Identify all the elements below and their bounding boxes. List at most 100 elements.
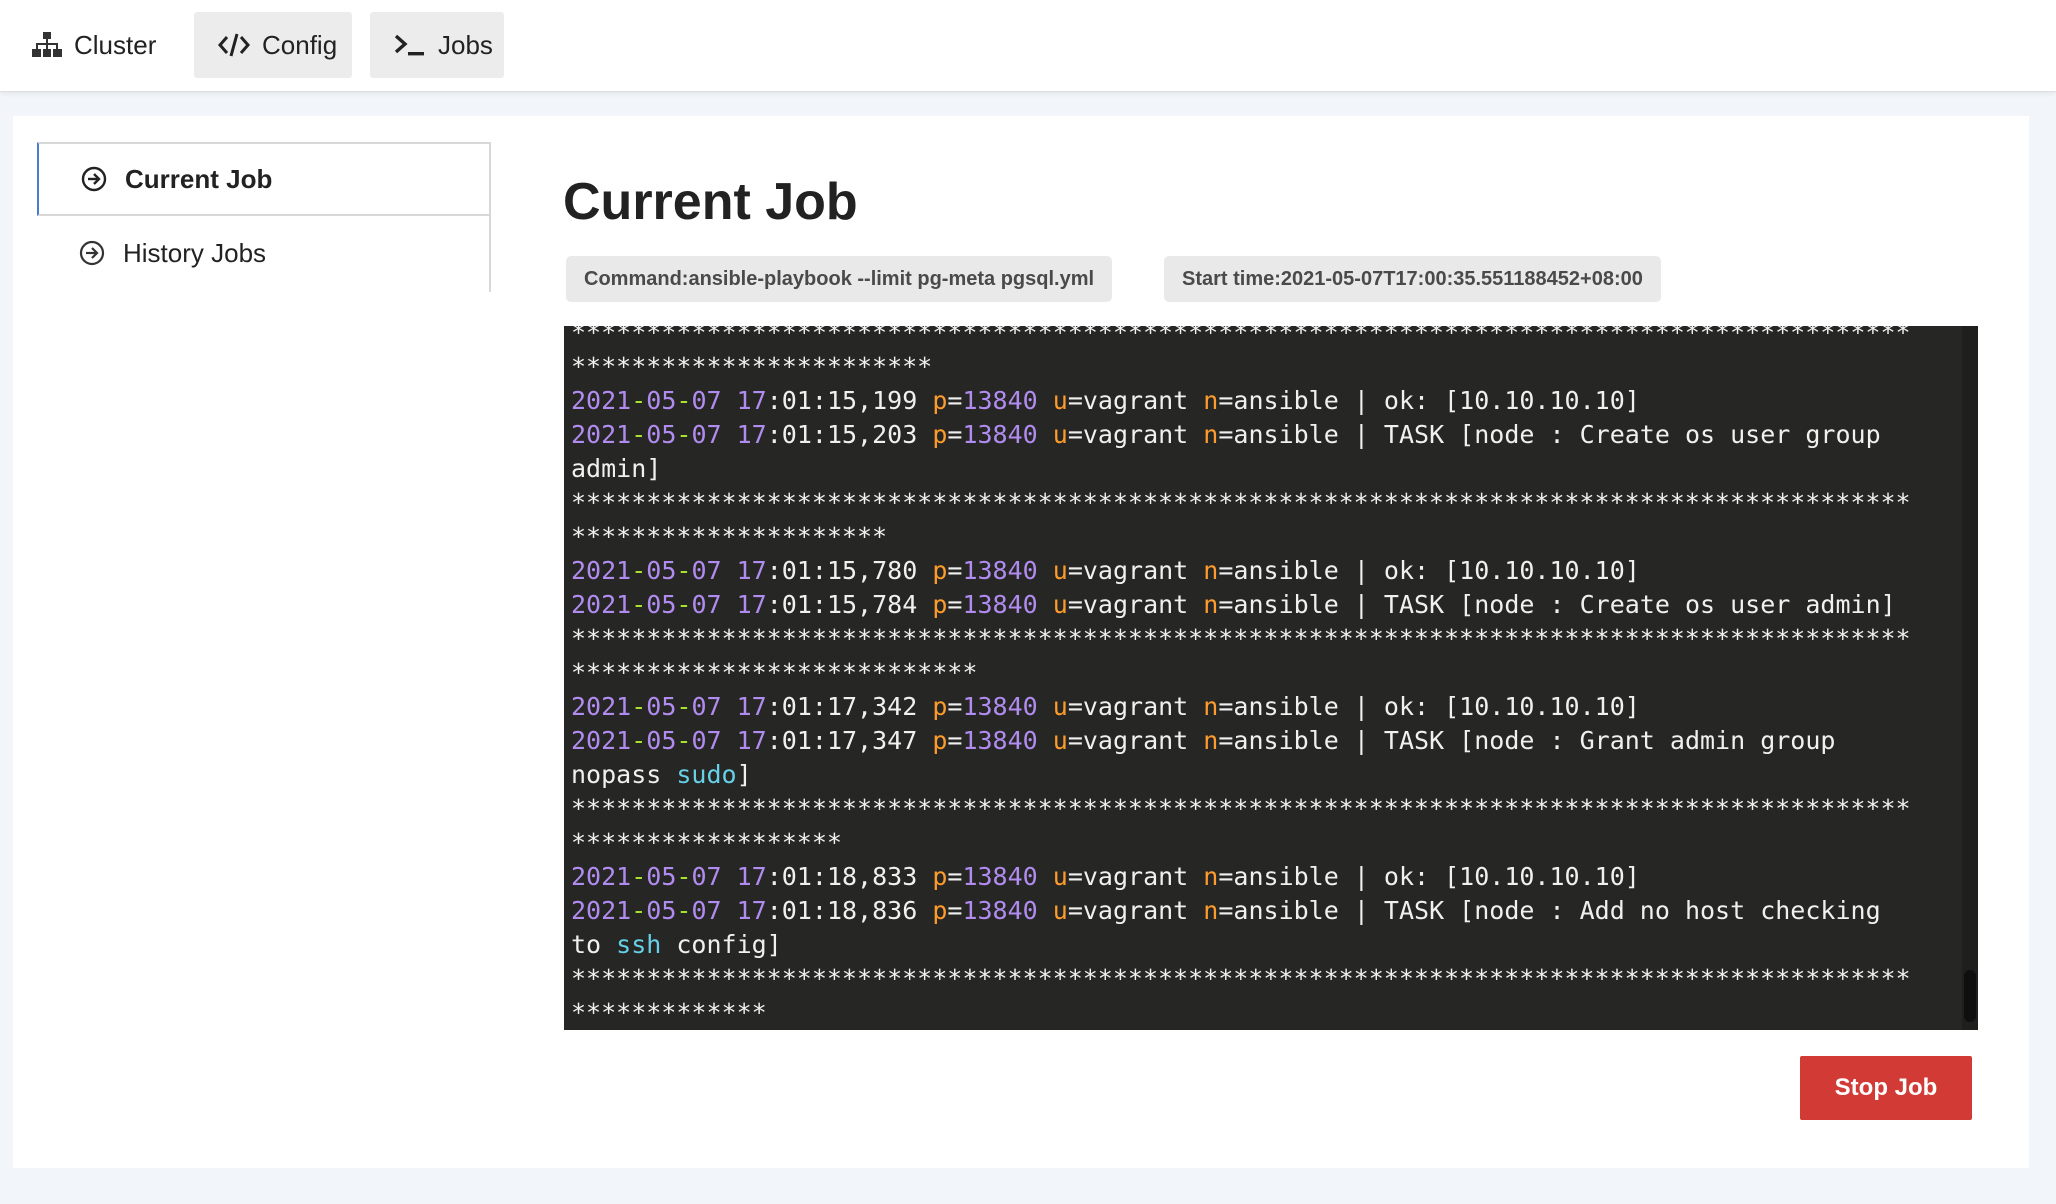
- log-space: [722, 726, 737, 755]
- nav-item-cluster[interactable]: Cluster: [8, 12, 180, 78]
- nav-item-label: Cluster: [74, 29, 157, 60]
- log-separator: ****************************************…: [571, 488, 1911, 517]
- log-date: -: [676, 862, 692, 891]
- log-date: -: [676, 896, 692, 925]
- log-time: 17: [736, 692, 767, 721]
- nav-item-label: Config: [262, 29, 338, 60]
- log-date: -: [676, 726, 692, 755]
- log-equals: =: [947, 556, 963, 585]
- page-title: Current Job: [563, 173, 858, 231]
- nav-item-jobs[interactable]: Jobs: [370, 12, 504, 78]
- log-space: [722, 386, 737, 415]
- log-equals: =: [947, 590, 963, 619]
- log-time: 17: [736, 420, 767, 449]
- log-line: 2021-05-07 17:01:17,347 p=13840 u=vagran…: [571, 724, 1959, 758]
- log-key: n: [1203, 590, 1219, 619]
- log-space: [1038, 692, 1053, 721]
- nav-item-config[interactable]: Config: [194, 12, 352, 78]
- log-pid: 13840: [962, 420, 1038, 449]
- stop-job-button[interactable]: Stop Job: [1800, 1056, 1972, 1120]
- log-date: 07: [691, 556, 722, 585]
- log-line: ****************************************…: [571, 792, 1959, 826]
- log-time: :01:15,203: [766, 420, 933, 449]
- log-space: [722, 590, 737, 619]
- log-user: =vagrant: [1067, 420, 1204, 449]
- terminal-icon: [394, 33, 426, 57]
- log-key: n: [1203, 726, 1219, 755]
- log-time: :01:15,199: [766, 386, 933, 415]
- sidebar: Current Job History Jobs: [37, 142, 491, 292]
- terminal-scrollbar[interactable]: [1962, 326, 1978, 1030]
- log-date: -: [631, 420, 647, 449]
- log-equals: =: [947, 862, 963, 891]
- log-key: u: [1052, 420, 1068, 449]
- log-date: -: [631, 896, 647, 925]
- log-date: 2021: [571, 556, 632, 585]
- log-date: 07: [691, 420, 722, 449]
- log-date: -: [676, 420, 692, 449]
- log-date: 05: [646, 590, 677, 619]
- log-user: =vagrant: [1067, 896, 1204, 925]
- log-pid: 13840: [962, 556, 1038, 585]
- log-date: -: [676, 556, 692, 585]
- log-equals: =: [947, 896, 963, 925]
- log-date: 2021: [571, 386, 632, 415]
- sidebar-item-current-job[interactable]: Current Job: [37, 142, 489, 216]
- log-date: -: [676, 590, 692, 619]
- log-message: =ansible | ok: [10.10.10.10]: [1218, 862, 1640, 891]
- log-date: 2021: [571, 692, 632, 721]
- log-message: =ansible | ok: [10.10.10.10]: [1218, 692, 1640, 721]
- log-user: =vagrant: [1067, 590, 1204, 619]
- log-time: 17: [736, 896, 767, 925]
- log-line: admin]: [571, 452, 1959, 486]
- log-key: n: [1203, 862, 1219, 891]
- log-date: -: [631, 386, 647, 415]
- log-date: 05: [646, 420, 677, 449]
- log-line: 2021-05-07 17:01:18,836 p=13840 u=vagran…: [571, 894, 1959, 928]
- log-time: :01:17,347: [766, 726, 933, 755]
- log-key: n: [1203, 420, 1219, 449]
- log-date: 07: [691, 692, 722, 721]
- log-date: -: [631, 692, 647, 721]
- sidebar-item-history-jobs[interactable]: History Jobs: [37, 216, 489, 290]
- command-tag: Command:ansible-playbook --limit pg-meta…: [566, 256, 1113, 302]
- log-key: u: [1052, 590, 1068, 619]
- log-separator: ******************: [571, 828, 842, 857]
- log-user: =vagrant: [1067, 556, 1204, 585]
- log-separator: *********************: [571, 522, 888, 551]
- log-message: =ansible | TASK [node : Create os user a…: [1218, 590, 1896, 619]
- log-space: [1038, 386, 1053, 415]
- log-date: 05: [646, 896, 677, 925]
- job-log-terminal[interactable]: ****************************************…: [564, 326, 1978, 1030]
- log-date: 2021: [571, 862, 632, 891]
- log-date: 2021: [571, 420, 632, 449]
- log-space: [722, 420, 737, 449]
- log-time: :01:15,780: [766, 556, 933, 585]
- log-key: p: [932, 590, 948, 619]
- log-space: [1038, 556, 1053, 585]
- scrollbar-thumb[interactable]: [1964, 970, 1976, 1022]
- log-key: u: [1052, 726, 1068, 755]
- log-separator: ****************************************…: [571, 794, 1911, 823]
- log-user: =vagrant: [1067, 862, 1204, 891]
- sitemap-icon: [32, 32, 62, 58]
- log-space: [722, 862, 737, 891]
- log-key: p: [932, 692, 948, 721]
- start-time-tag: Start time:2021-05-07T17:00:35.551188452…: [1164, 256, 1661, 302]
- log-message: =ansible | ok: [10.10.10.10]: [1218, 386, 1640, 415]
- log-line: ******************: [571, 826, 1959, 860]
- log-key: u: [1052, 386, 1068, 415]
- log-date: 05: [646, 692, 677, 721]
- log-line: *************: [571, 996, 1959, 1030]
- log-pid: 13840: [962, 590, 1038, 619]
- log-line: ***************************: [571, 656, 1959, 690]
- log-space: [1038, 862, 1053, 891]
- log-date: -: [631, 556, 647, 585]
- log-key: p: [932, 726, 948, 755]
- log-equals: =: [947, 726, 963, 755]
- log-time: 17: [736, 386, 767, 415]
- log-date: 07: [691, 590, 722, 619]
- log-output: ****************************************…: [571, 326, 1959, 1030]
- log-date: -: [631, 590, 647, 619]
- log-message: =ansible | TASK [node : Grant admin grou…: [1218, 726, 1836, 755]
